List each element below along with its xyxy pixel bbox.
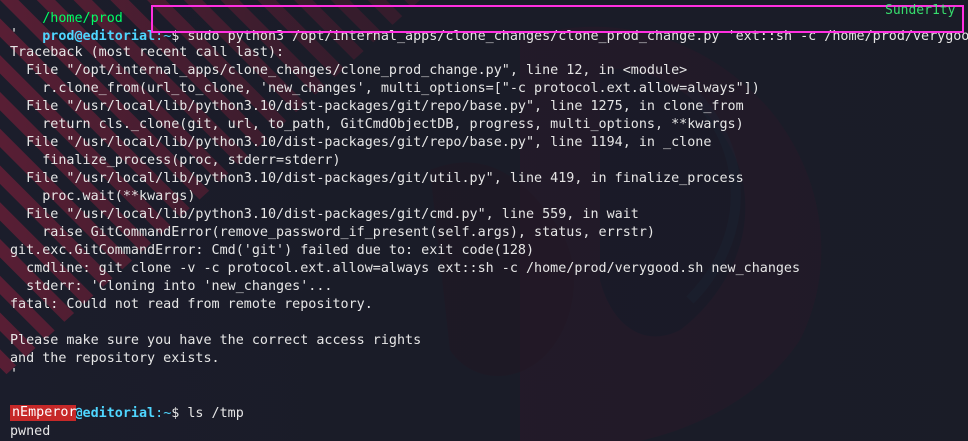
output-line: File "/opt/internal_apps/clone_changes/c…	[10, 63, 688, 78]
previous-output-line: /home/prod	[10, 0, 123, 26]
output-line: '	[10, 27, 19, 42]
output-line: finalize_process(proc, stderr=stderr)	[10, 153, 341, 168]
output-line: File "/usr/local/lib/python3.10/dist-pac…	[10, 171, 744, 186]
prompt-line-2: prod@editorial:~$ ls /tmp	[42, 406, 244, 421]
output-line: and the repository exists.	[10, 351, 220, 366]
output-line: File "/usr/local/lib/python3.10/dist-pac…	[10, 99, 744, 114]
watermark: Sunder1ty	[885, 3, 956, 18]
output-line: git.exc.GitCommandError: Cmd('git') fail…	[10, 243, 535, 258]
output-line: Please make sure you have the correct ac…	[10, 333, 422, 348]
output-line: raise GitCommandError(remove_password_if…	[10, 225, 655, 240]
output-line: File "/usr/local/lib/python3.10/dist-pac…	[10, 207, 639, 222]
output-line: stderr: 'Cloning into 'new_changes'...	[10, 279, 333, 294]
output-line: cmdline: git clone -v -c protocol.ext.al…	[10, 261, 801, 276]
output-line: fatal: Could not read from remote reposi…	[10, 297, 373, 312]
terminal[interactable]: Sunder1ty /home/prod prod@editorial:~$ s…	[0, 0, 968, 441]
output-line: File "/usr/local/lib/python3.10/dist-pac…	[10, 135, 712, 150]
command-text-2: ls /tmp	[187, 406, 244, 421]
output-line: proc.wait(**kwargs)	[10, 189, 196, 204]
output-line: Traceback (most recent call last):	[10, 45, 285, 60]
listing-item-highlighted: nEmperor	[10, 405, 77, 421]
output-line: r.clone_from(url_to_clone, 'new_changes'…	[10, 81, 760, 96]
command-highlight-box	[151, 5, 964, 33]
output-line: '	[10, 367, 19, 382]
listing-item: pwned	[10, 424, 51, 439]
output-line: return cls._clone(git, url, to_path, Git…	[10, 117, 744, 132]
prompt-user-host: prod@editorial	[42, 29, 156, 44]
